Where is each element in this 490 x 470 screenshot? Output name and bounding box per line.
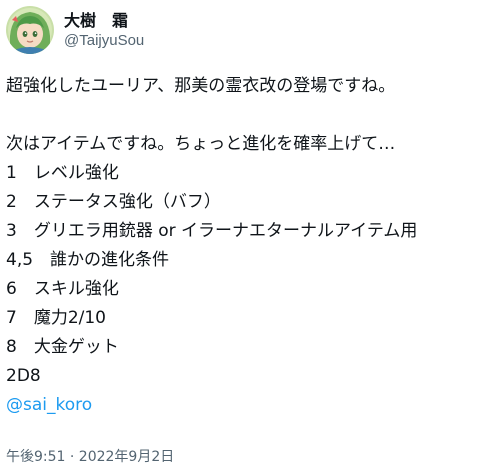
list-item: 1 レベル強化 bbox=[6, 163, 119, 183]
tweet-card: 大樹 霜 @TaijyuSou 超強化したユーリア、那美の霊衣改の登場ですね。 … bbox=[0, 0, 490, 470]
list-item: 4,5 誰かの進化条件 bbox=[6, 250, 170, 270]
mention-link[interactable]: @sai_koro bbox=[6, 395, 92, 415]
dice-roll-text: 2D8 bbox=[6, 366, 41, 386]
tweet-text: 超強化したユーリア、那美の霊衣改の登場ですね。 次はアイテムですね。ちょっと進化… bbox=[6, 72, 486, 420]
tweet-header: 大樹 霜 @TaijyuSou bbox=[6, 6, 144, 54]
avatar-anime-character-icon bbox=[6, 6, 54, 54]
mention-line: @sai_koro bbox=[6, 391, 486, 420]
author-names: 大樹 霜 @TaijyuSou bbox=[64, 10, 144, 51]
avatar[interactable] bbox=[6, 6, 54, 54]
list-item: 8 大金ゲット bbox=[6, 337, 119, 357]
tweet-line-items-intro: 次はアイテムですね。ちょっと進化を確率上げて… bbox=[6, 134, 396, 154]
author-handle[interactable]: @TaijyuSou bbox=[64, 31, 144, 51]
list-item: 2 ステータス強化（バフ） bbox=[6, 192, 221, 212]
tweet-line-intro: 超強化したユーリア、那美の霊衣改の登場ですね。 bbox=[6, 76, 396, 96]
author-display-name[interactable]: 大樹 霜 bbox=[64, 10, 144, 31]
list-item: 7 魔力2/10 bbox=[6, 308, 106, 328]
list-item: 3 グリエラ用銃器 or イラーナエターナルアイテム用 bbox=[6, 221, 418, 241]
list-item: 6 スキル強化 bbox=[6, 279, 119, 299]
tweet-timestamp[interactable]: 午後9:51 · 2022年9月2日 bbox=[6, 447, 174, 467]
